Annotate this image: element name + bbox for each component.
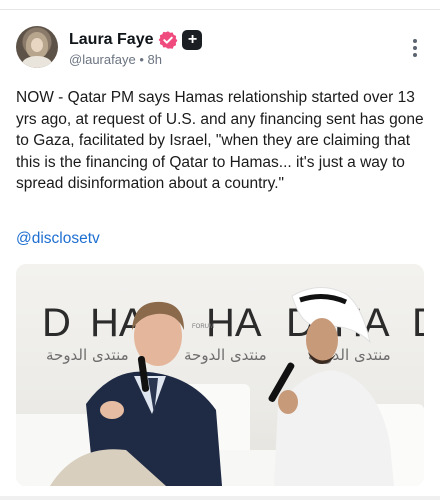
author-name[interactable]: Laura Faye <box>69 31 153 49</box>
backdrop-arabic-1: منتدى الدوحة <box>46 346 129 364</box>
post-body-text: NOW - Qatar PM says Hamas relationship s… <box>16 89 424 192</box>
plus-badge-icon: + <box>182 30 203 50</box>
name-row: Laura Faye + <box>69 30 203 50</box>
separator: • <box>139 52 144 67</box>
avatar[interactable] <box>16 26 58 68</box>
handle-row: @laurafaye • 8h <box>69 52 162 67</box>
more-options-icon[interactable] <box>412 39 418 59</box>
top-divider <box>0 9 440 10</box>
post-header: Laura Faye + @laurafaye • 8h <box>16 26 424 70</box>
author-handle[interactable]: @laurafaye <box>69 52 136 67</box>
mention-link[interactable]: @disclosetv <box>16 230 100 248</box>
post-media-image[interactable]: D HA HA D HA D منتدى الدوحة منتدى الدوحة… <box>16 264 424 486</box>
verified-badge-icon <box>158 30 178 50</box>
backdrop-word-2: HA <box>206 301 262 345</box>
forum-label: FORUM <box>192 324 214 330</box>
backdrop-letter-d: D <box>42 301 71 345</box>
bottom-divider <box>0 496 440 500</box>
post-time: 8h <box>147 52 162 67</box>
backdrop-letter-d-3: D <box>412 301 424 345</box>
backdrop-arabic-2: منتدى الدوحة <box>184 346 267 364</box>
